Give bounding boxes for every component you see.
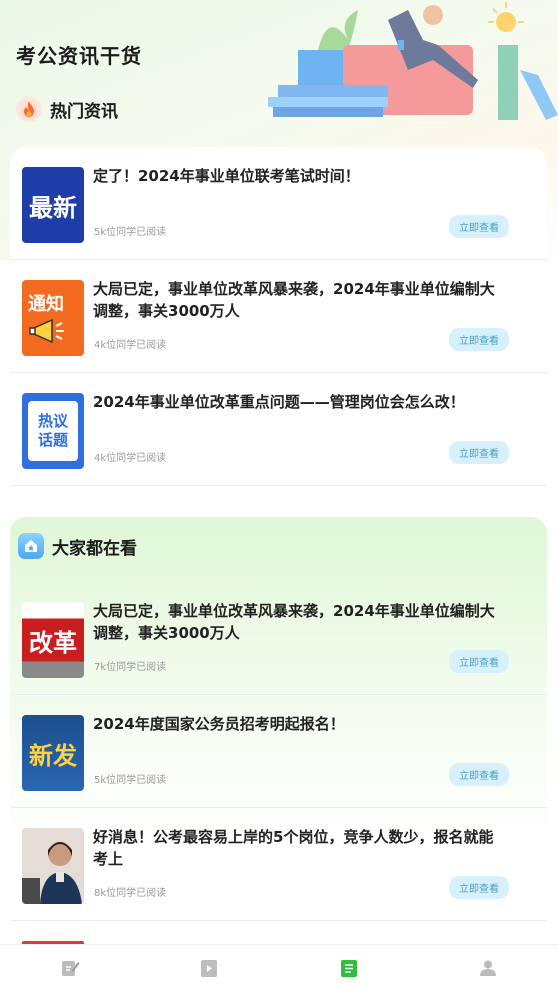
news-thumbnail: 新发 bbox=[22, 715, 84, 791]
tab-articles[interactable] bbox=[279, 945, 419, 991]
news-item[interactable]: 热议话题 2024年事业单位改革重点问题——管理岗位会怎么改！ 4k位同学已阅读… bbox=[10, 373, 547, 486]
news-photo bbox=[22, 828, 84, 904]
view-now-button[interactable]: 立即查看 bbox=[449, 215, 509, 238]
news-item[interactable]: 通知 大局已定，事业单位改革风暴来袭，2024年事业单位编制大调整，事关3000… bbox=[10, 260, 547, 373]
news-item[interactable]: 最新 定了！2024年事业单位联考笔试时间！ 5k位同学已阅读 立即查看 bbox=[10, 147, 547, 260]
news-item[interactable]: 新发 2024年度国家公务员招考明起报名！ 5k位同学已阅读 立即查看 bbox=[10, 695, 547, 808]
read-count: 5k位同学已阅读 bbox=[94, 227, 167, 238]
read-count: 4k位同学已阅读 bbox=[94, 453, 167, 464]
article-icon bbox=[340, 960, 357, 977]
news-thumbnail: 热议话题 bbox=[22, 393, 84, 469]
house-icon bbox=[18, 533, 44, 559]
tab-video[interactable] bbox=[140, 945, 280, 991]
bottom-tab-bar bbox=[0, 944, 558, 991]
study-illustration bbox=[268, 2, 558, 120]
news-title: 大局已定，事业单位改革风暴来袭，2024年事业单位编制大调整，事关3000万人 bbox=[93, 280, 495, 320]
news-title: 2024年度国家公务员招考明起报名！ bbox=[93, 715, 345, 733]
read-count: 7k位同学已阅读 bbox=[94, 662, 167, 673]
news-item[interactable]: 好消息！公考最容易上岸的5个岗位，竞争人数少，报名就能考上 8k位同学已阅读 立… bbox=[10, 808, 547, 921]
megaphone-icon bbox=[29, 318, 64, 344]
view-now-button[interactable]: 立即查看 bbox=[449, 763, 509, 786]
news-thumbnail: 最新 bbox=[22, 167, 84, 243]
section-title: 热门资讯 bbox=[50, 101, 118, 122]
fire-icon bbox=[16, 96, 42, 122]
news-title: 好消息！公考最容易上岸的5个岗位，竞争人数少，报名就能考上 bbox=[93, 828, 494, 868]
popular-header: 大家都在看 bbox=[18, 533, 137, 559]
news-item[interactable]: 改革 大局已定，事业单位改革风暴来袭，2024年事业单位编制大调整，事关3000… bbox=[10, 582, 547, 695]
news-thumbnail: 通知 bbox=[22, 280, 84, 356]
edit-icon bbox=[61, 961, 80, 976]
tab-profile[interactable] bbox=[419, 945, 558, 991]
read-count: 8k位同学已阅读 bbox=[94, 888, 167, 899]
video-icon bbox=[201, 960, 218, 977]
news-thumbnail: 改革 bbox=[22, 602, 84, 678]
view-now-button[interactable]: 立即查看 bbox=[449, 441, 509, 464]
page-title: 考公资讯干货 bbox=[16, 44, 142, 68]
news-title: 大局已定，事业单位改革风暴来袭，2024年事业单位编制大调整，事关3000万人 bbox=[93, 602, 495, 642]
view-now-button[interactable]: 立即查看 bbox=[449, 328, 509, 351]
view-now-button[interactable]: 立即查看 bbox=[449, 650, 509, 673]
tab-practice[interactable] bbox=[0, 945, 140, 991]
section-title: 大家都在看 bbox=[52, 538, 137, 559]
read-count: 5k位同学已阅读 bbox=[94, 775, 167, 786]
view-now-button[interactable]: 立即查看 bbox=[449, 876, 509, 899]
read-count: 4k位同学已阅读 bbox=[94, 340, 167, 351]
hot-news-header: 热门资讯 bbox=[16, 96, 118, 122]
news-title: 定了！2024年事业单位联考笔试时间！ bbox=[93, 167, 360, 185]
user-icon bbox=[480, 960, 497, 976]
news-title: 2024年事业单位改革重点问题——管理岗位会怎么改！ bbox=[93, 393, 465, 411]
